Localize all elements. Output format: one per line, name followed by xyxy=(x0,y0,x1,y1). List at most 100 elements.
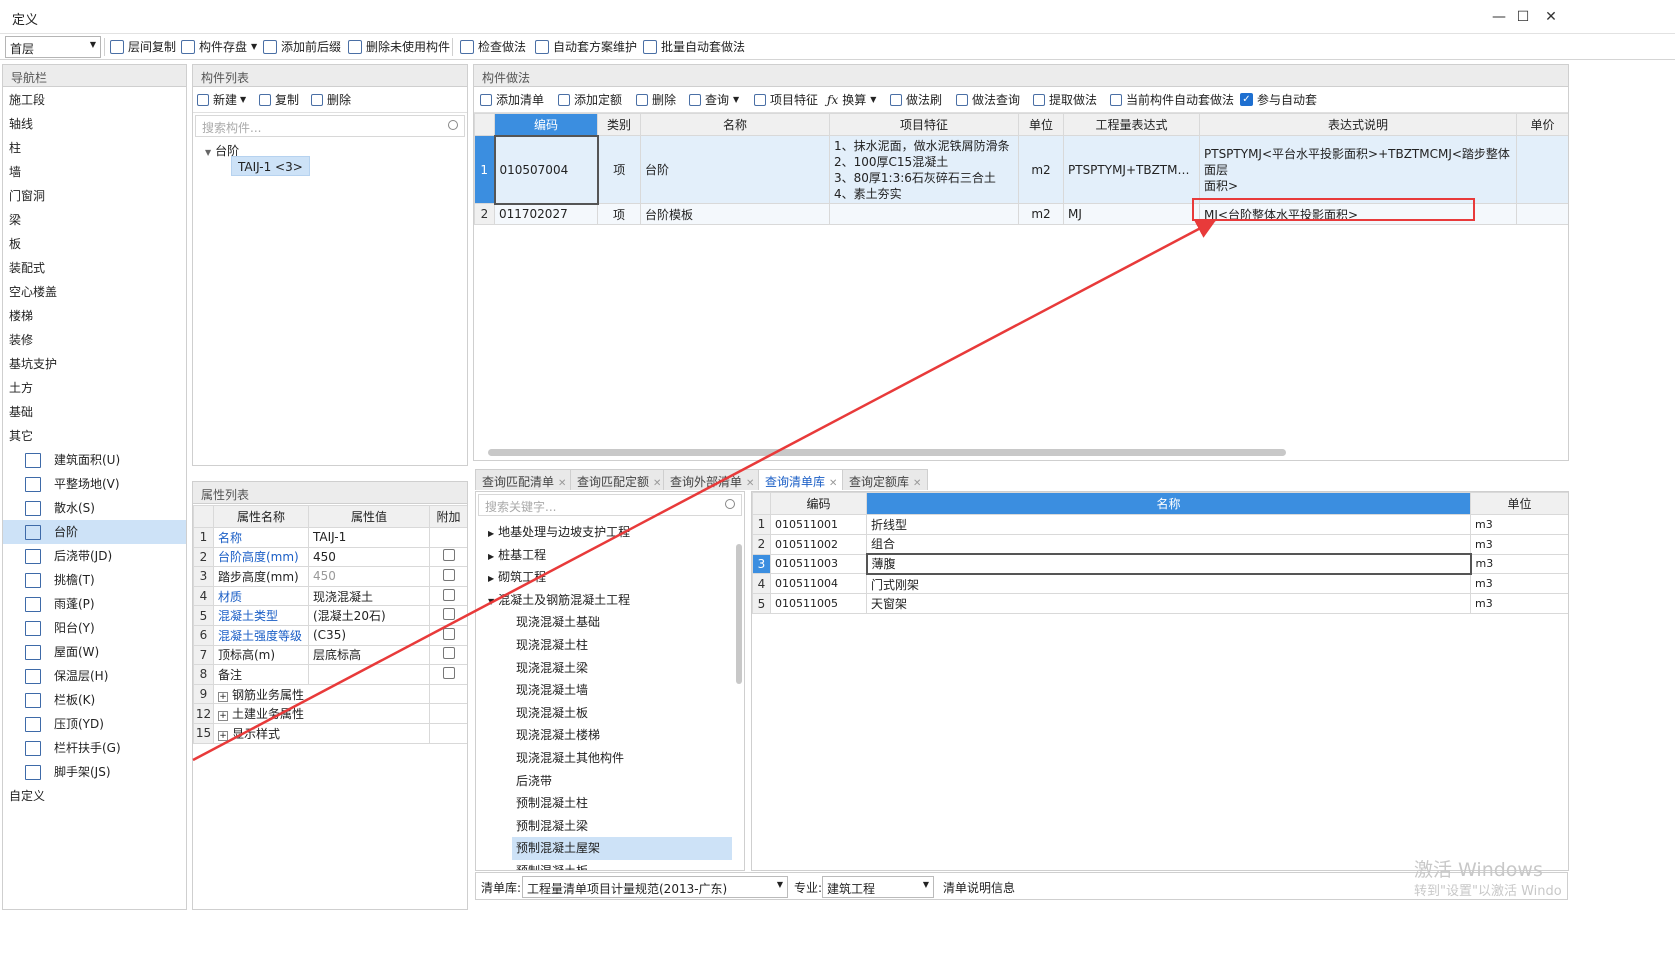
expand-plus-icon[interactable]: + xyxy=(218,711,228,722)
new-component-button[interactable]: 新建 ▼ xyxy=(197,91,246,108)
result-row[interactable]: 5 010511005 天窗架 m3 xyxy=(752,593,1568,614)
tree-child-selected[interactable]: TAIJ-1 <3> xyxy=(231,156,310,176)
method-feature-cell[interactable]: 1、抹水泥面，做水泥铁屑防滑条 2、100厚C15混凝土 3、80厚1:3:6石灰碎… xyxy=(829,135,1019,204)
method-desc-cell[interactable]: PTSPTYMJ<平台水平投影面积>+TBZTMCMJ<踏步整体面层 面积> xyxy=(1199,135,1517,204)
method-type-cell[interactable]: 项 xyxy=(597,203,641,225)
tree-leaf[interactable]: 预制混凝土板 xyxy=(476,860,744,870)
current-auto-method-button[interactable]: 当前构件自动套做法 xyxy=(1110,91,1234,108)
result-code-cell[interactable]: 010511002 xyxy=(770,533,867,555)
nav-sub-apron[interactable]: 散水(S) xyxy=(3,496,186,520)
property-value-cell[interactable] xyxy=(308,683,430,705)
delete-method-button[interactable]: 删除 xyxy=(636,91,676,108)
result-unit-cell[interactable]: m3 xyxy=(1470,514,1568,535)
nav-sub-post-pour-strip[interactable]: 后浇带(JD) xyxy=(3,544,186,568)
property-row[interactable]: 1 名称 TAIJ-1 xyxy=(193,527,467,548)
save-component-button[interactable]: 构件存盘 ▼ xyxy=(181,38,257,55)
method-brush-button[interactable]: 做法刷 xyxy=(890,91,942,108)
tab-quota-library[interactable]: 查询定额库 ✕ xyxy=(842,469,929,490)
tree-leaf[interactable]: 现浇混凝土墙 xyxy=(476,679,744,702)
nav-item-custom[interactable]: 自定义 xyxy=(3,784,186,808)
property-row[interactable]: 7 顶标高(m) 层底标高 xyxy=(193,644,467,666)
nav-item[interactable]: 楼梯 xyxy=(3,304,186,328)
tree-leaf[interactable]: 现浇混凝土其他构件 xyxy=(476,747,744,770)
property-row[interactable]: 2 台阶高度(mm) 450 xyxy=(193,546,467,568)
nav-sub-site-leveling[interactable]: 平整场地(V) xyxy=(3,472,186,496)
property-value-cell[interactable] xyxy=(308,664,430,685)
checkbox-icon[interactable] xyxy=(442,666,455,679)
tab-list-library[interactable]: 查询清单库 ✕ xyxy=(758,469,845,490)
result-unit-cell[interactable]: m3 xyxy=(1470,553,1568,575)
result-row[interactable]: 4 010511004 门式刚架 m3 xyxy=(752,573,1568,595)
nav-item[interactable]: 柱 xyxy=(3,136,186,160)
method-expr-cell[interactable]: PTSPTYMJ+TBZTMCMJ xyxy=(1063,135,1200,204)
specialty-select[interactable]: 建筑工程 ▼ xyxy=(822,876,934,898)
property-extra-cell[interactable] xyxy=(429,546,467,568)
method-type-cell[interactable]: 项 xyxy=(597,135,641,204)
nav-sub-balcony[interactable]: 阳台(Y) xyxy=(3,616,186,640)
result-unit-cell[interactable]: m3 xyxy=(1470,593,1568,614)
result-code-cell[interactable]: 010511005 xyxy=(770,593,867,614)
property-value-cell[interactable]: 450 xyxy=(308,566,430,587)
method-expr-cell[interactable]: MJ xyxy=(1063,203,1200,225)
result-code-cell[interactable]: 010511001 xyxy=(770,514,867,535)
tree-node[interactable]: ▶ 砌筑工程 xyxy=(476,566,744,589)
nav-item[interactable]: 门窗洞 xyxy=(3,184,186,208)
nav-item[interactable]: 轴线 xyxy=(3,112,186,136)
result-name-cell[interactable]: 天窗架 xyxy=(866,593,1471,614)
close-icon[interactable]: ✕ xyxy=(653,478,661,489)
tree-leaf[interactable]: 现浇混凝土梁 xyxy=(476,657,744,680)
delete-component-button[interactable]: 删除 xyxy=(311,91,351,108)
property-row[interactable]: 3 踏步高度(mm) 450 xyxy=(193,566,467,587)
maximize-icon[interactable]: ☐ xyxy=(1512,6,1534,28)
method-unit-cell[interactable]: m2 xyxy=(1018,203,1064,225)
property-extra-cell[interactable] xyxy=(429,624,467,646)
join-auto-checkbox[interactable]: ✓ 参与自动套 xyxy=(1240,91,1317,108)
auto-scheme-button[interactable]: 自动套方案维护 xyxy=(535,38,637,55)
property-row[interactable]: 5 混凝土类型 (混凝土20石) xyxy=(193,605,467,626)
nav-item[interactable]: 基坑支护 xyxy=(3,352,186,376)
close-icon[interactable]: ✕ xyxy=(829,478,837,489)
nav-sub-coping[interactable]: 压顶(YD) xyxy=(3,712,186,736)
nav-item[interactable]: 板 xyxy=(3,232,186,256)
property-row[interactable]: 12 + 土建业务属性 xyxy=(193,703,467,724)
result-name-cell[interactable]: 组合 xyxy=(866,533,1471,555)
convert-button[interactable]: ƒx 换算 ▼ xyxy=(827,91,876,108)
property-value-cell[interactable] xyxy=(308,722,430,744)
component-search-input[interactable]: 搜索构件... xyxy=(195,115,465,137)
nav-sub-roof[interactable]: 屋面(W) xyxy=(3,640,186,664)
query-button[interactable]: 查询 ▼ xyxy=(689,91,739,108)
nav-item[interactable]: 土方 xyxy=(3,376,186,400)
nav-sub-parapet[interactable]: 栏板(K) xyxy=(3,688,186,712)
nav-sub-building-area[interactable]: 建筑面积(U) xyxy=(3,448,186,472)
list-library-select[interactable]: 工程量清单项目计量规范(2013-广东) ▼ xyxy=(522,876,788,898)
nav-item[interactable]: 装配式 xyxy=(3,256,186,280)
expand-plus-icon[interactable]: + xyxy=(218,730,228,741)
horizontal-scrollbar[interactable] xyxy=(488,449,1286,456)
property-value-cell[interactable] xyxy=(308,703,430,724)
property-extra-cell[interactable] xyxy=(429,566,467,587)
nav-item[interactable]: 梁 xyxy=(3,208,186,232)
method-row[interactable]: 1 010507004 项 台阶 1、抹水泥面，做水泥铁屑防滑条 2、100厚C1… xyxy=(474,134,1568,205)
nav-sub-canopy[interactable]: 雨蓬(P) xyxy=(3,592,186,616)
add-list-button[interactable]: 添加清单 xyxy=(480,91,544,108)
nav-sub-insulation[interactable]: 保温层(H) xyxy=(3,664,186,688)
result-name-cell[interactable]: 薄腹 xyxy=(865,553,1472,575)
property-value-cell[interactable]: (C35) xyxy=(308,624,430,646)
result-row[interactable]: 2 010511002 组合 m3 xyxy=(752,533,1568,555)
method-price-cell[interactable] xyxy=(1516,203,1568,225)
property-value-cell[interactable]: 现浇混凝土 xyxy=(308,585,430,607)
checkbox-icon[interactable] xyxy=(442,568,455,581)
result-code-cell[interactable]: 010511003 xyxy=(770,553,867,575)
delete-unused-button[interactable]: 删除未使用构件 xyxy=(348,38,450,55)
checkbox-icon[interactable] xyxy=(442,588,455,601)
property-extra-cell[interactable] xyxy=(429,585,467,607)
checkbox-icon[interactable] xyxy=(442,549,455,562)
tree-leaf[interactable]: 预制混凝土梁 xyxy=(476,815,744,838)
close-icon[interactable]: ✕ xyxy=(1540,6,1562,28)
result-unit-cell[interactable]: m3 xyxy=(1470,533,1568,555)
property-value-cell[interactable]: TAIJ-1 xyxy=(308,527,430,548)
result-row[interactable]: 3 010511003 薄腹 m3 xyxy=(752,553,1568,575)
tree-node[interactable]: ▶ 桩基工程 xyxy=(476,544,744,567)
tab-external-list[interactable]: 查询外部清单 ✕ xyxy=(663,469,762,490)
property-row[interactable]: 8 备注 xyxy=(193,664,467,685)
